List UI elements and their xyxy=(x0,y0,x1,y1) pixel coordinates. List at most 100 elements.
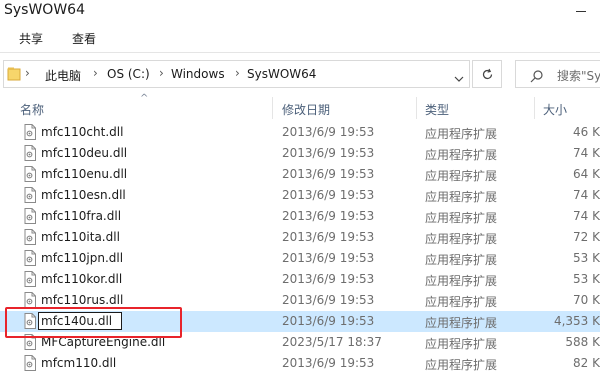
file-name: mfc110kor.dll xyxy=(41,272,123,286)
dll-file-icon xyxy=(24,292,36,308)
file-name: mfc110esn.dll xyxy=(41,188,126,202)
search-icon xyxy=(530,68,543,87)
address-bar[interactable]: › 此电脑 › OS (C:) › Windows › SysWOW64 xyxy=(3,60,470,88)
navigation-bar: › 此电脑 › OS (C:) › Windows › SysWOW64 搜索"… xyxy=(0,53,600,97)
file-row[interactable]: mfc110fra.dll 2013/6/9 19:53 应用程序扩展 74 K xyxy=(0,206,600,227)
file-type: 应用程序扩展 xyxy=(425,316,498,330)
file-type: 应用程序扩展 xyxy=(425,148,498,162)
rename-input[interactable] xyxy=(38,312,122,330)
file-row[interactable]: mfc110cht.dll 2013/6/9 19:53 应用程序扩展 46 K xyxy=(0,122,600,143)
file-type: 应用程序扩展 xyxy=(425,274,498,288)
folder-icon xyxy=(7,66,21,82)
file-row[interactable]: 2013/6/9 19:53 应用程序扩展 4,353 K xyxy=(0,311,600,332)
dll-file-icon xyxy=(24,250,36,266)
file-name: mfc110deu.dll xyxy=(41,146,128,160)
file-name: mfc110enu.dll xyxy=(41,167,128,181)
breadcrumb-this-pc[interactable]: 此电脑 xyxy=(45,67,81,84)
file-row[interactable]: mfc110kor.dll 2013/6/9 19:53 应用程序扩展 53 K xyxy=(0,269,600,290)
file-name: mfc110fra.dll xyxy=(41,209,122,223)
breadcrumb-syswow64[interactable]: SysWOW64 xyxy=(247,67,316,81)
file-type: 应用程序扩展 xyxy=(425,190,498,204)
file-size: 74 K xyxy=(573,146,600,160)
breadcrumb-windows[interactable]: Windows xyxy=(171,67,225,81)
file-row[interactable]: mfcm110.dll 2013/6/9 19:53 应用程序扩展 82 K xyxy=(0,353,600,374)
file-size: 82 K xyxy=(573,356,600,370)
file-row[interactable]: MFCaptureEngine.dll 2023/5/17 18:37 应用程序扩展… xyxy=(0,332,600,353)
dll-file-icon xyxy=(24,124,36,140)
file-type: 应用程序扩展 xyxy=(425,337,498,351)
file-row[interactable]: mfc110ita.dll 2013/6/9 19:53 应用程序扩展 72 K xyxy=(0,227,600,248)
dll-file-icon xyxy=(24,313,36,329)
file-size: 64 K xyxy=(573,167,600,181)
file-name: MFCaptureEngine.dll xyxy=(41,335,166,349)
dll-file-icon xyxy=(24,187,36,203)
file-size: 72 K xyxy=(573,230,600,244)
dll-file-icon xyxy=(24,208,36,224)
file-explorer-window: SysWOW64 共享 查看 › 此电脑 › OS (C:) › Windows… xyxy=(0,0,600,380)
file-row[interactable]: mfc110enu.dll 2013/6/9 19:53 应用程序扩展 64 K xyxy=(0,164,600,185)
column-modified[interactable]: 修改日期 xyxy=(282,101,330,118)
file-modified-date: 2013/6/9 19:53 xyxy=(282,314,375,328)
file-type: 应用程序扩展 xyxy=(425,169,498,183)
dll-file-icon xyxy=(24,166,36,182)
chevron-right-icon[interactable]: › xyxy=(25,66,30,80)
chevron-right-icon[interactable]: › xyxy=(235,66,240,80)
column-divider[interactable] xyxy=(534,97,535,119)
file-modified-date: 2013/6/9 19:53 xyxy=(282,125,375,139)
file-modified-date: 2013/6/9 19:53 xyxy=(282,251,375,265)
column-name[interactable]: 名称 xyxy=(20,101,44,118)
file-size: 70 K xyxy=(573,293,600,307)
file-type: 应用程序扩展 xyxy=(425,232,498,246)
file-modified-date: 2023/5/17 18:37 xyxy=(282,335,382,349)
file-modified-date: 2013/6/9 19:53 xyxy=(282,188,375,202)
tab-view[interactable]: 查看 xyxy=(72,30,96,47)
chevron-right-icon[interactable]: › xyxy=(93,66,98,80)
column-size[interactable]: 大小 xyxy=(543,101,567,118)
file-row[interactable]: mfc110rus.dll 2013/6/9 19:53 应用程序扩展 70 K xyxy=(0,290,600,311)
file-row[interactable]: mfc110esn.dll 2013/6/9 19:53 应用程序扩展 74 K xyxy=(0,185,600,206)
breadcrumb-drive[interactable]: OS (C:) xyxy=(107,67,150,81)
file-modified-date: 2013/6/9 19:53 xyxy=(282,230,375,244)
file-row[interactable]: mfc110jpn.dll 2013/6/9 19:53 应用程序扩展 53 K xyxy=(0,248,600,269)
chevron-right-icon[interactable]: › xyxy=(159,66,164,80)
file-type: 应用程序扩展 xyxy=(425,253,498,267)
file-modified-date: 2013/6/9 19:53 xyxy=(282,146,375,160)
file-type: 应用程序扩展 xyxy=(425,211,498,225)
minimize-button[interactable] xyxy=(574,4,588,18)
dll-file-icon xyxy=(24,229,36,245)
refresh-button[interactable] xyxy=(472,60,502,88)
file-modified-date: 2013/6/9 19:53 xyxy=(282,272,375,286)
file-row[interactable]: mfc110deu.dll 2013/6/9 19:53 应用程序扩展 74 K xyxy=(0,143,600,164)
refresh-icon xyxy=(482,68,493,80)
dll-file-icon xyxy=(24,355,36,371)
dll-file-icon xyxy=(24,334,36,350)
file-modified-date: 2013/6/9 19:53 xyxy=(282,167,375,181)
dll-file-icon xyxy=(24,271,36,287)
search-box[interactable]: 搜索"Sy xyxy=(515,60,600,88)
search-input[interactable]: 搜索"Sy xyxy=(557,67,600,84)
ribbon: 共享 查看 xyxy=(0,26,600,53)
file-size: 53 K xyxy=(573,251,600,265)
file-size: 74 K xyxy=(573,188,600,202)
column-type[interactable]: 类型 xyxy=(425,101,449,118)
column-header-row: ^ 名称 修改日期 类型 大小 xyxy=(0,93,600,121)
file-size: 53 K xyxy=(573,272,600,286)
file-name: mfc110ita.dll xyxy=(41,230,120,244)
file-size: 46 K xyxy=(573,125,600,139)
file-type: 应用程序扩展 xyxy=(425,358,498,372)
file-size: 4,353 K xyxy=(553,314,600,328)
file-size: 588 K xyxy=(565,335,600,349)
tab-share[interactable]: 共享 xyxy=(19,30,43,47)
file-name: mfc110rus.dll xyxy=(41,293,124,307)
file-type: 应用程序扩展 xyxy=(425,127,498,141)
column-divider[interactable] xyxy=(416,97,417,119)
file-name: mfc110jpn.dll xyxy=(41,251,124,265)
file-modified-date: 2013/6/9 19:53 xyxy=(282,293,375,307)
file-size: 74 K xyxy=(573,209,600,223)
dll-file-icon xyxy=(24,145,36,161)
chevron-down-icon[interactable] xyxy=(454,69,464,82)
column-divider[interactable] xyxy=(272,97,273,119)
file-modified-date: 2013/6/9 19:53 xyxy=(282,356,375,370)
file-name: mfcm110.dll xyxy=(41,356,117,370)
title-bar: SysWOW64 xyxy=(0,0,600,26)
